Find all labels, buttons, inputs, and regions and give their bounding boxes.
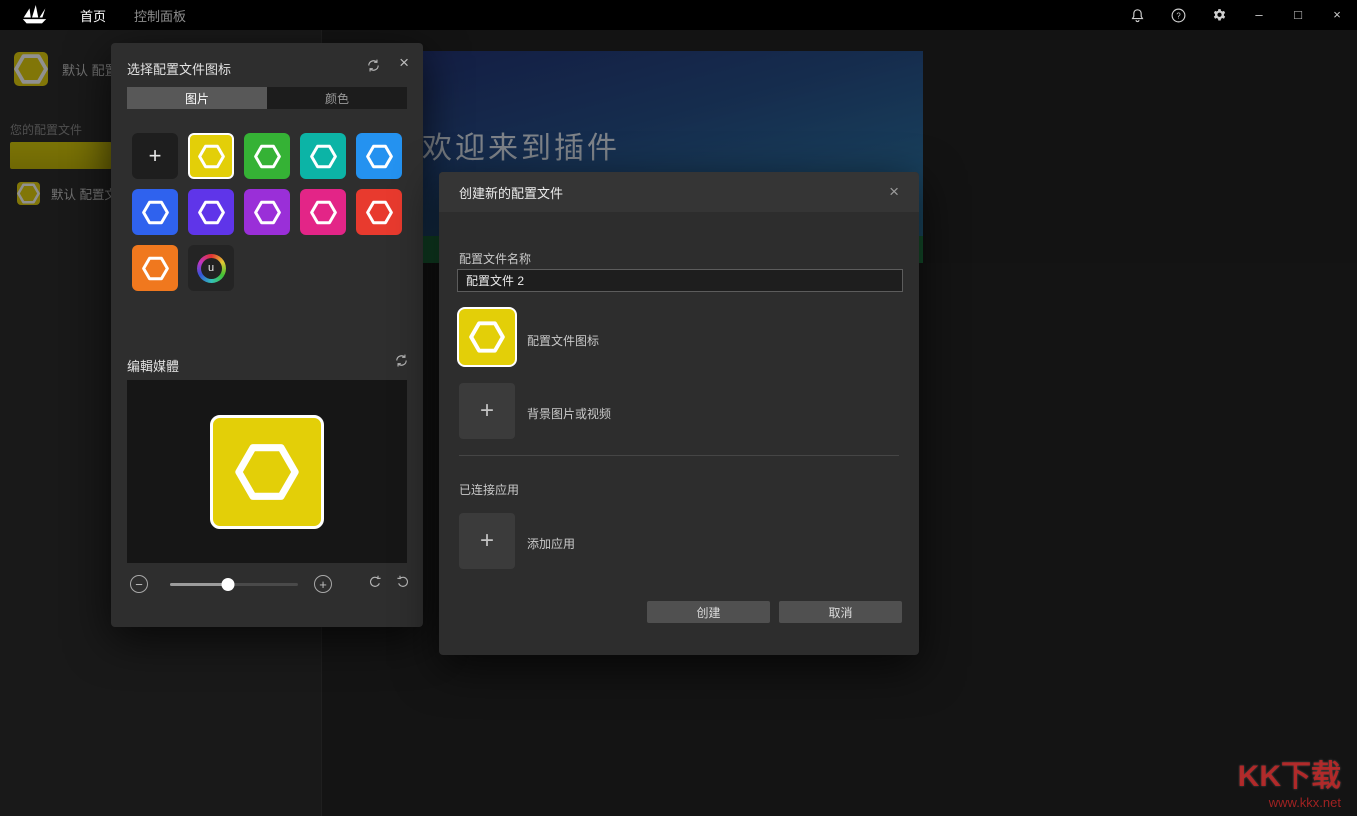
profile-icon-label: 配置文件图标 bbox=[527, 332, 599, 349]
window-maximize-button[interactable]: □ bbox=[1290, 0, 1306, 30]
icon-teal-hex[interactable] bbox=[300, 133, 346, 179]
icon-purple-hex[interactable] bbox=[244, 189, 290, 235]
dialog-divider bbox=[459, 455, 899, 456]
titlebar: 首页 控制面板 ? – □ × bbox=[0, 0, 1357, 30]
create-button[interactable]: 创建 bbox=[647, 601, 770, 623]
media-preview-canvas[interactable] bbox=[127, 380, 407, 563]
svg-text:?: ? bbox=[1176, 11, 1181, 20]
icon-icue-logo[interactable] bbox=[188, 245, 234, 291]
icon-picker-tabs: 图片 颜色 bbox=[127, 87, 407, 109]
create-profile-dialog: 创建新的配置文件 × 配置文件名称 配置文件图标 + 背景图片或视频 已连接应用… bbox=[439, 172, 919, 655]
dialog-header: 创建新的配置文件 × bbox=[439, 172, 919, 212]
profile-name-input[interactable] bbox=[457, 269, 903, 292]
edit-media-title: 编輯媒體 bbox=[127, 356, 179, 375]
dialog-title: 创建新的配置文件 bbox=[459, 183, 563, 202]
zoom-in-button[interactable]: + bbox=[314, 575, 332, 593]
background-media-label: 背景图片或视频 bbox=[527, 405, 611, 422]
nav-home[interactable]: 首页 bbox=[80, 6, 106, 25]
window-close-button[interactable]: × bbox=[1329, 0, 1345, 30]
settings-gear-icon[interactable] bbox=[1210, 6, 1228, 24]
icon-red-hex[interactable] bbox=[356, 189, 402, 235]
icon-indigo-hex[interactable] bbox=[188, 189, 234, 235]
profile-icon-tile[interactable] bbox=[457, 307, 517, 367]
cancel-button[interactable]: 取消 bbox=[779, 601, 902, 623]
zoom-slider-thumb[interactable] bbox=[221, 578, 234, 591]
icon-azure-hex[interactable] bbox=[356, 133, 402, 179]
rotate-left-icon[interactable] bbox=[367, 574, 383, 595]
window-minimize-button[interactable]: – bbox=[1251, 0, 1267, 30]
connected-apps-label: 已连接应用 bbox=[459, 481, 519, 498]
add-app-label: 添加应用 bbox=[527, 535, 575, 552]
tab-color[interactable]: 颜色 bbox=[267, 87, 407, 109]
corsair-logo-icon bbox=[22, 5, 52, 25]
add-icon-tile[interactable]: + bbox=[132, 133, 178, 179]
zoom-out-button[interactable]: − bbox=[130, 575, 148, 593]
icon-picker-close-icon[interactable]: × bbox=[399, 53, 409, 73]
edit-media-refresh-icon[interactable] bbox=[394, 353, 409, 373]
notifications-bell-icon[interactable] bbox=[1128, 6, 1146, 24]
dialog-close-icon[interactable]: × bbox=[889, 182, 899, 202]
icon-magenta-hex[interactable] bbox=[300, 189, 346, 235]
icon-green-hex[interactable] bbox=[244, 133, 290, 179]
icon-picker-title: 选择配置文件图标 bbox=[127, 59, 231, 78]
help-icon[interactable]: ? bbox=[1169, 6, 1187, 24]
icon-yellow-hex[interactable] bbox=[188, 133, 234, 179]
zoom-slider[interactable] bbox=[170, 583, 298, 586]
tab-image[interactable]: 图片 bbox=[127, 87, 267, 109]
rotate-right-icon[interactable] bbox=[395, 574, 411, 595]
icon-blue-hex[interactable] bbox=[132, 189, 178, 235]
media-controls: − + bbox=[127, 571, 407, 601]
add-background-button[interactable]: + bbox=[459, 383, 515, 439]
zoom-slider-fill bbox=[170, 583, 228, 586]
nav-dashboard[interactable]: 控制面板 bbox=[134, 6, 186, 25]
add-app-button[interactable]: + bbox=[459, 513, 515, 569]
icon-grid: + bbox=[132, 133, 402, 291]
icon-picker-refresh-icon[interactable] bbox=[366, 58, 381, 78]
icon-picker-popup: 选择配置文件图标 × 图片 颜色 + 编輯媒體 − + bbox=[111, 43, 423, 627]
icue-logo-icon bbox=[197, 254, 226, 283]
media-preview-hex-icon[interactable] bbox=[210, 415, 324, 529]
profile-name-label: 配置文件名称 bbox=[459, 250, 531, 267]
icon-orange-hex[interactable] bbox=[132, 245, 178, 291]
